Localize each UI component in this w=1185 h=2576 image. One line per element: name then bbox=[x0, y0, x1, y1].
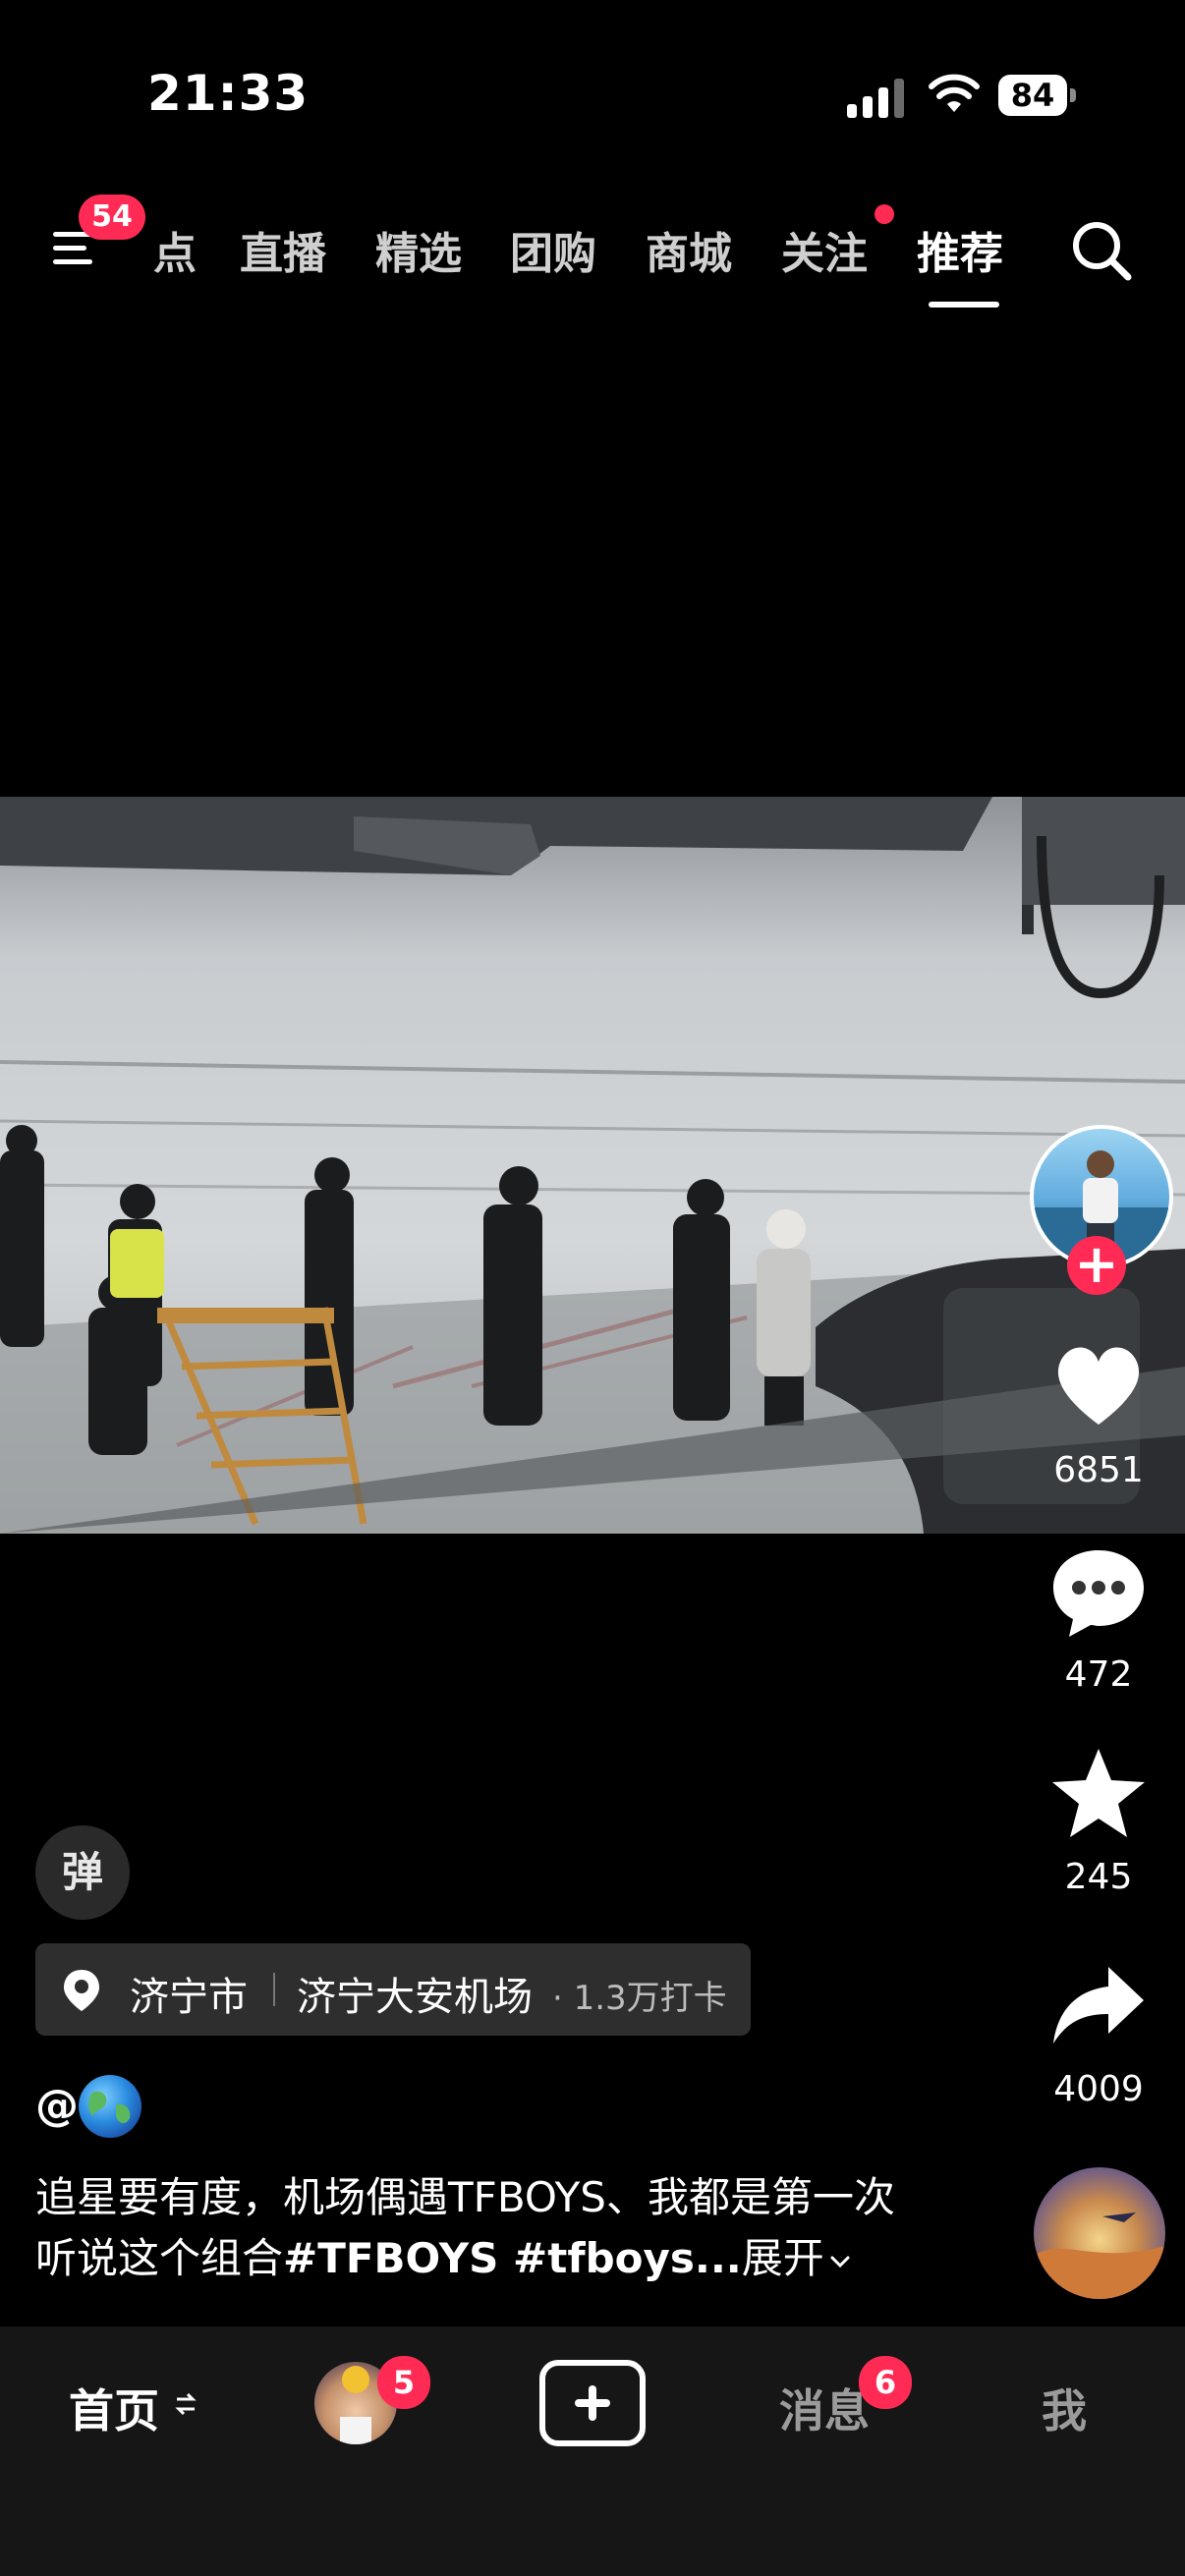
tab-featured[interactable]: 精选 bbox=[375, 218, 462, 281]
globe-emoji-icon[interactable] bbox=[79, 2075, 141, 2138]
globe-emoji-image bbox=[88, 2091, 131, 2124]
battery-tip bbox=[1070, 88, 1076, 102]
wifi-icon bbox=[929, 74, 980, 112]
favorite-count: 245 bbox=[1064, 1857, 1133, 1897]
location-city: 济宁市 bbox=[130, 1975, 248, 2020]
tab-following[interactable]: 关注 bbox=[781, 218, 868, 281]
search-icon[interactable] bbox=[1069, 218, 1134, 283]
favorite-star-icon[interactable] bbox=[1049, 1745, 1148, 1843]
follow-plus-button[interactable]: + bbox=[1067, 1236, 1126, 1295]
friends-badge: 5 bbox=[377, 2356, 430, 2409]
battery-level: 84 bbox=[998, 75, 1067, 116]
like-heart-icon[interactable] bbox=[1049, 1336, 1148, 1434]
status-time: 21:33 bbox=[147, 65, 310, 122]
nav-me[interactable]: 我 bbox=[1042, 2376, 1087, 2440]
comment-count: 472 bbox=[1064, 1654, 1133, 1695]
following-dot bbox=[875, 204, 894, 224]
music-disc-artwork bbox=[1034, 2212, 1165, 2299]
tab-live[interactable]: 直播 bbox=[240, 218, 326, 281]
location-place: 济宁大安机场 bbox=[297, 1975, 533, 2020]
menu-badge: 54 bbox=[79, 195, 145, 240]
caption-hashtags[interactable]: #TFBOYS #tfboys... bbox=[283, 2234, 742, 2282]
nav-messages[interactable]: 消息 bbox=[779, 2376, 870, 2440]
like-count: 6851 bbox=[1053, 1450, 1144, 1490]
location-checkins: · 1.3万打卡 bbox=[552, 1979, 727, 2018]
messages-badge: 6 bbox=[859, 2356, 912, 2409]
location-separator bbox=[273, 1973, 275, 2006]
tab-group-buy[interactable]: 团购 bbox=[510, 218, 596, 281]
active-tab-indicator bbox=[929, 302, 999, 308]
music-disc[interactable] bbox=[1034, 2167, 1165, 2299]
nav-home[interactable]: 首页 bbox=[69, 2376, 159, 2440]
switch-arrows-icon[interactable] bbox=[173, 2389, 198, 2419]
danmaku-button[interactable]: 弹 bbox=[35, 1825, 130, 1920]
share-arrow-icon[interactable] bbox=[1049, 1955, 1148, 2053]
share-count: 4009 bbox=[1053, 2069, 1144, 2109]
caption-expand-link[interactable]: 展开 bbox=[742, 2234, 824, 2282]
tab-mall[interactable]: 商城 bbox=[646, 218, 732, 281]
tab-recommended[interactable]: 推荐 bbox=[917, 218, 1003, 281]
video-caption[interactable]: 追星要有度，机场偶遇TFBOYS、我都是第一次听说这个组合#TFBOYS #tf… bbox=[35, 2167, 920, 2289]
add-video-button[interactable] bbox=[539, 2360, 646, 2446]
chevron-down-icon bbox=[830, 2256, 850, 2268]
video-player[interactable] bbox=[0, 797, 1185, 1534]
author-handle-prefix[interactable]: @ bbox=[35, 2081, 79, 2131]
comment-icon[interactable] bbox=[1049, 1542, 1148, 1641]
video-frame-scene bbox=[0, 797, 1185, 1534]
location-pin-icon bbox=[64, 1970, 99, 2011]
tab-dian[interactable]: 点 bbox=[153, 218, 197, 281]
cellular-signal-icon bbox=[847, 79, 904, 118]
battery-icon: 84 bbox=[998, 75, 1077, 116]
